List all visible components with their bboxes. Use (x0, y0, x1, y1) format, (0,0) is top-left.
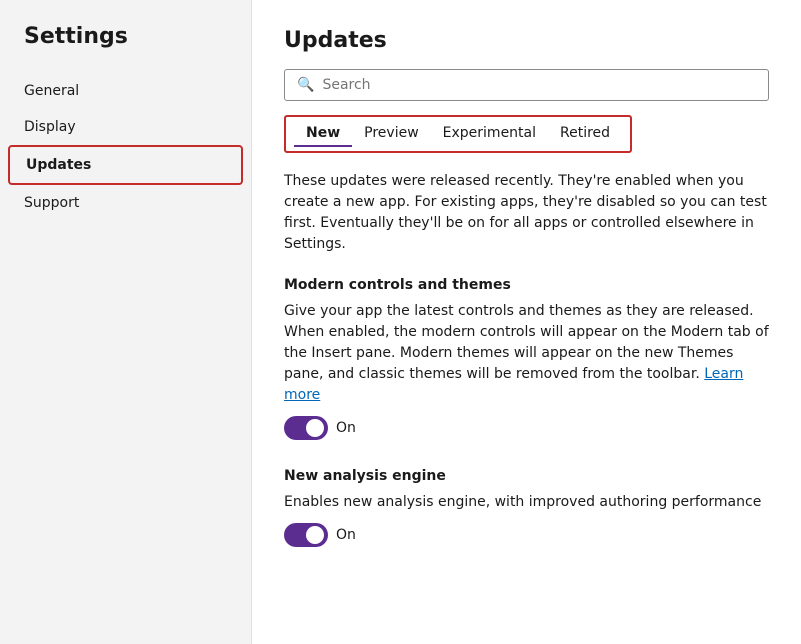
tab-new[interactable]: New (294, 121, 352, 147)
feature-modern-controls: Modern controls and themes Give your app… (284, 277, 769, 440)
toggle-modern-controls[interactable] (284, 416, 328, 440)
sidebar-item-display[interactable]: Display (0, 109, 251, 145)
toggle-label-analysis-engine: On (336, 527, 356, 543)
sidebar-item-support[interactable]: Support (0, 185, 251, 221)
tab-preview[interactable]: Preview (352, 121, 431, 147)
tab-retired[interactable]: Retired (548, 121, 622, 147)
toggle-thumb (306, 419, 324, 437)
search-icon: 🔍 (297, 77, 314, 93)
search-box[interactable]: 🔍 (284, 69, 769, 101)
app-title: Settings (0, 24, 251, 73)
search-input[interactable] (322, 77, 756, 93)
sidebar-item-updates[interactable]: Updates (8, 145, 243, 185)
main-content: Updates 🔍 New Preview Experimental Retir… (252, 0, 801, 644)
updates-description: These updates were released recently. Th… (284, 171, 769, 255)
tab-experimental[interactable]: Experimental (431, 121, 548, 147)
feature-desc-analysis-engine: Enables new analysis engine, with improv… (284, 492, 769, 513)
page-title: Updates (284, 28, 769, 53)
feature-desc-modern-controls: Give your app the latest controls and th… (284, 301, 769, 406)
feature-title-analysis-engine: New analysis engine (284, 468, 769, 484)
sidebar: Settings General Display Updates Support (0, 0, 252, 644)
feature-analysis-engine: New analysis engine Enables new analysis… (284, 468, 769, 547)
toggle-row-modern-controls: On (284, 416, 769, 440)
toggle-row-analysis-engine: On (284, 523, 769, 547)
toggle-thumb-2 (306, 526, 324, 544)
tabs-container: New Preview Experimental Retired (284, 115, 632, 153)
sidebar-item-general[interactable]: General (0, 73, 251, 109)
toggle-analysis-engine[interactable] (284, 523, 328, 547)
toggle-label-modern-controls: On (336, 420, 356, 436)
feature-title-modern-controls: Modern controls and themes (284, 277, 769, 293)
